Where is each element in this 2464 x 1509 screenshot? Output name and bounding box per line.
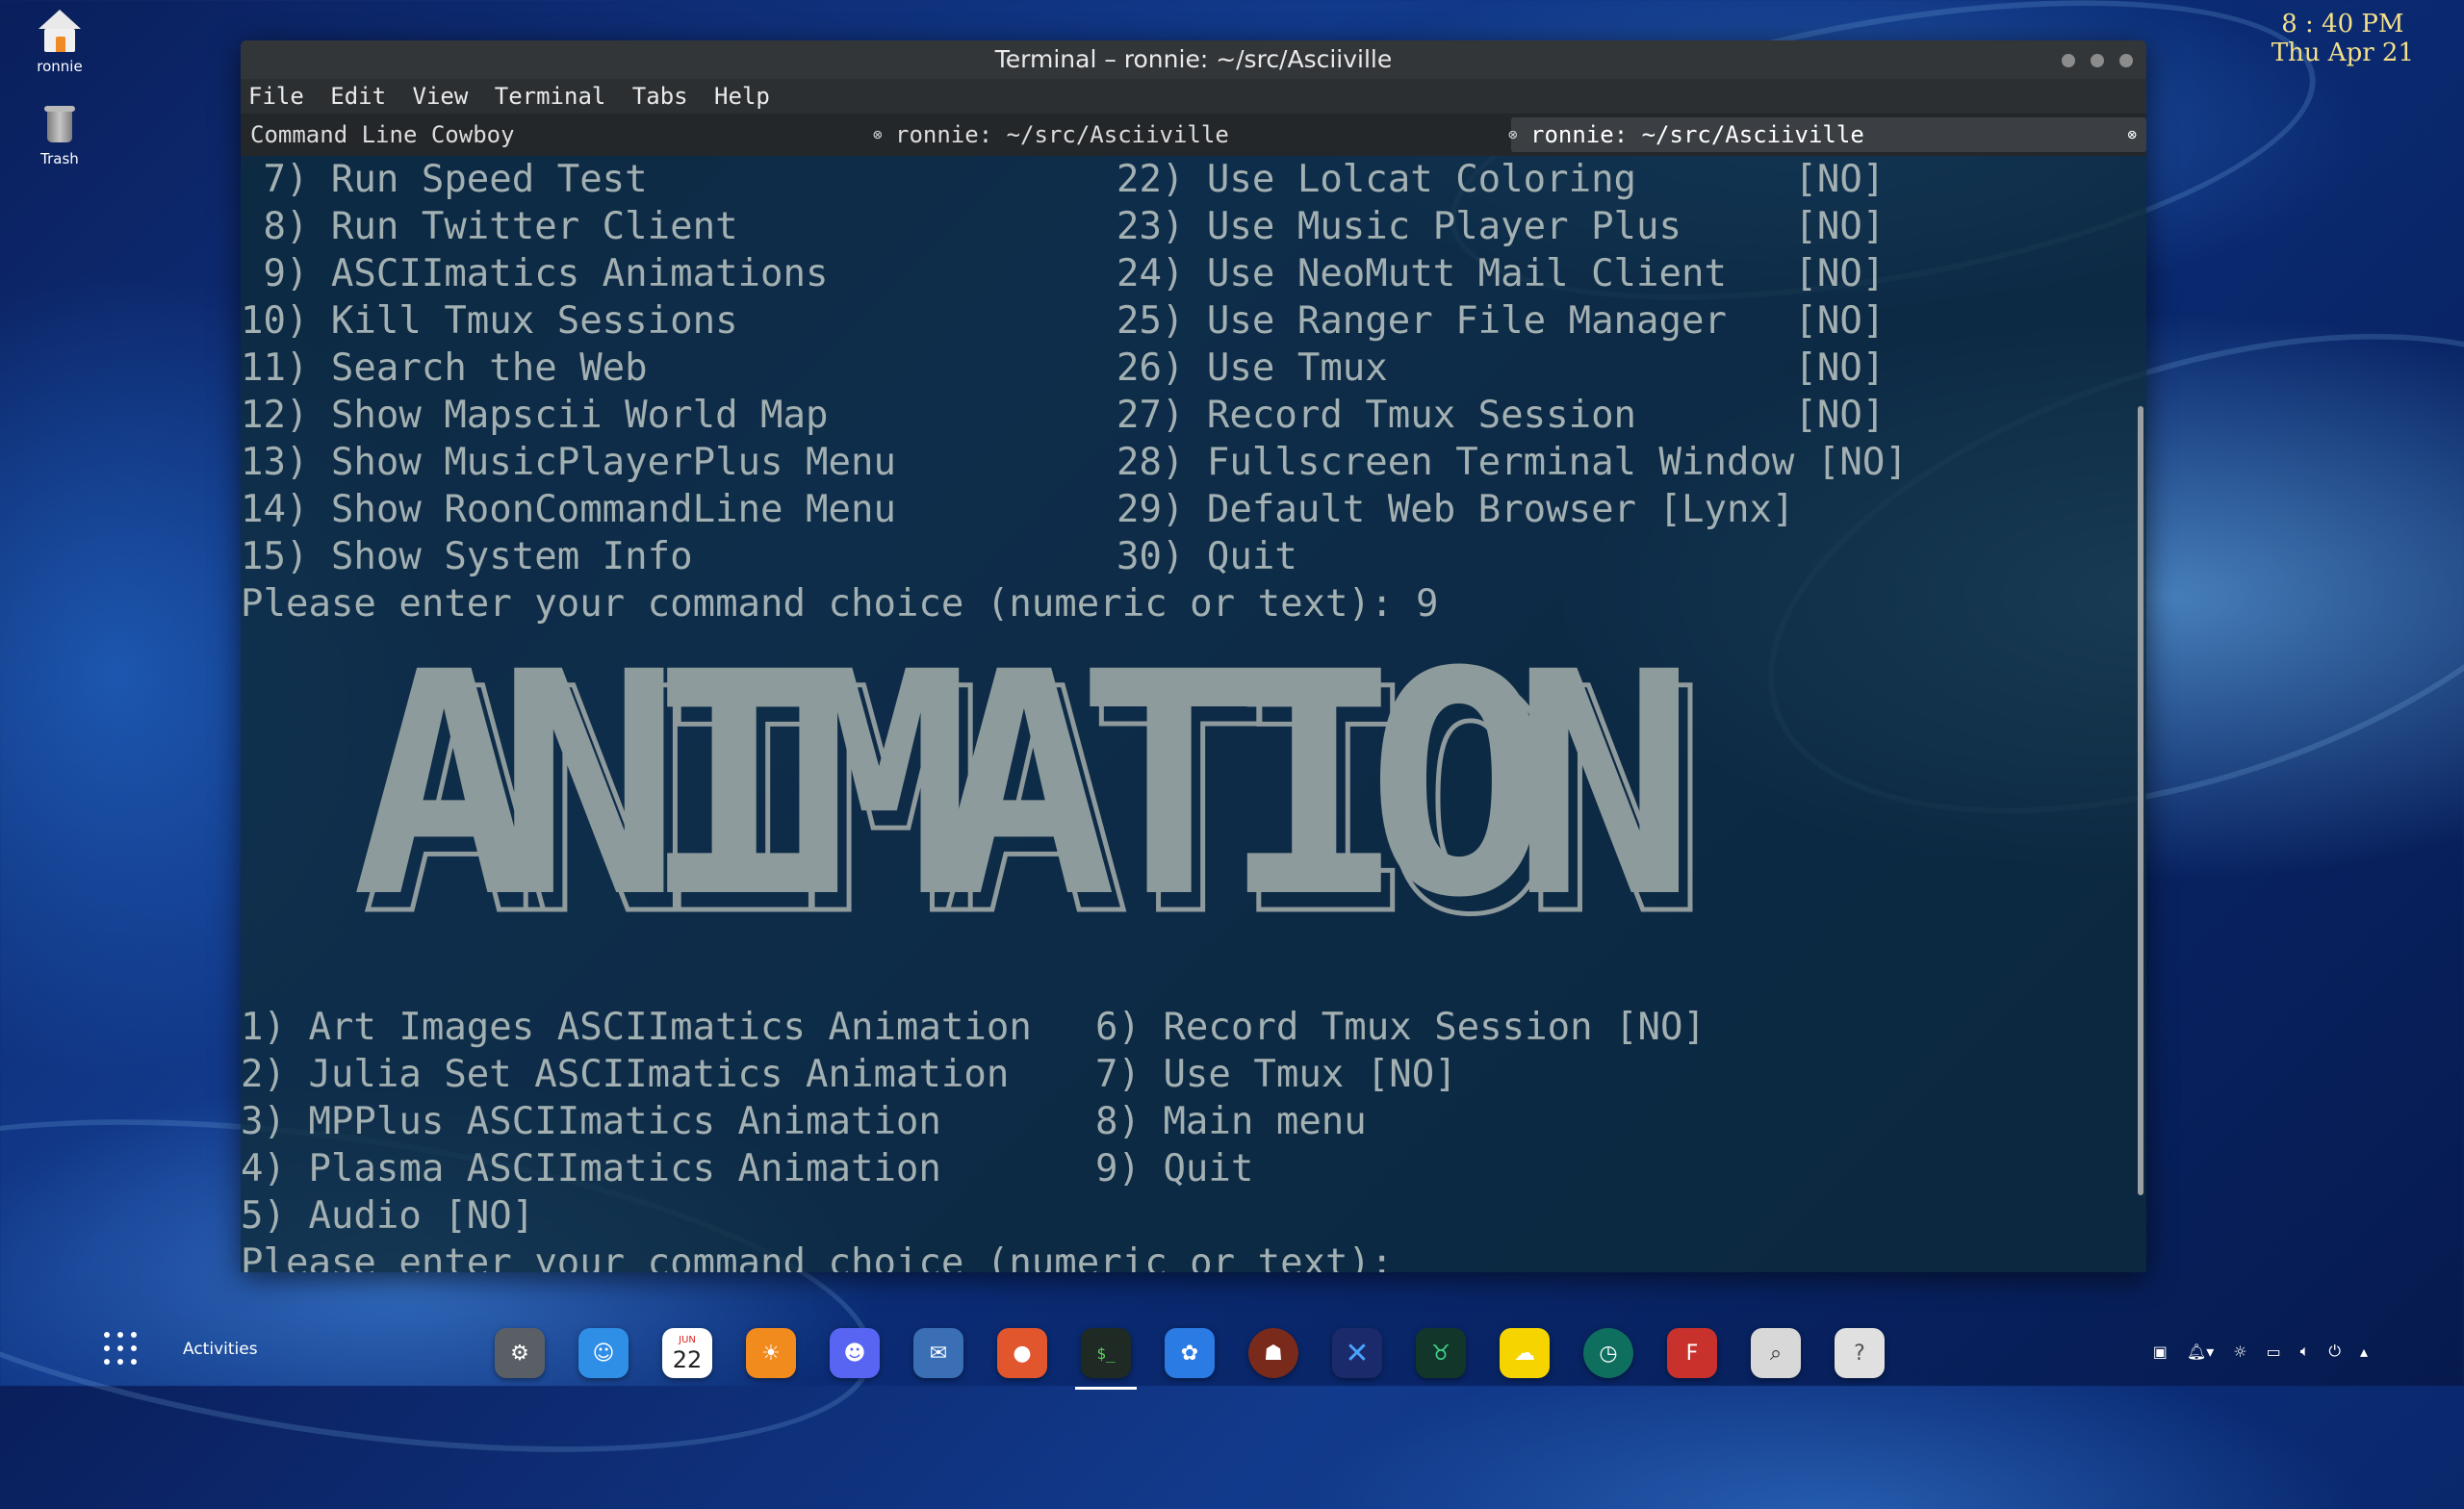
search-tool-icon[interactable]: ⌕ <box>1751 1328 1801 1378</box>
calendar-icon[interactable]: JUN 22 <box>662 1328 712 1378</box>
menu-item-right: 23) Use Music Player Plus [NO] <box>1116 205 1886 248</box>
submenu-item-right: 7) Use Tmux [NO] <box>1095 1053 1457 1096</box>
submenu-item-left: 4) Plasma ASCIImatics Animation <box>241 1147 941 1190</box>
command-prompt-active[interactable]: Please enter your command choice (numeri… <box>241 1240 1437 1272</box>
menu-item-right: 25) Use Ranger File Manager [NO] <box>1116 299 1886 343</box>
menu-item-right: 29) Default Web Browser [Lynx] <box>1116 488 1795 531</box>
menu-item-right: 24) Use NeoMutt Mail Client [NO] <box>1116 252 1886 295</box>
discord-icon[interactable]: ☻ <box>830 1328 880 1378</box>
trash-icon <box>37 100 83 146</box>
menu-item-left: 9) ASCIImatics Animations <box>241 252 829 295</box>
tab-label: Command Line Cowboy <box>250 121 515 148</box>
menu-item-left: 11) Search the Web <box>241 346 648 390</box>
tab-label: ronnie: ~/src/Asciiville <box>1530 121 1864 148</box>
filezilla-icon[interactable]: F <box>1667 1328 1717 1378</box>
menu-help[interactable]: Help <box>714 83 770 110</box>
close-button[interactable] <box>2119 54 2133 67</box>
system-settings-icon[interactable]: ⚙ <box>495 1328 545 1378</box>
tab-asciiville-2[interactable]: ⊗ ronnie: ~/src/Asciiville ⊗ <box>1508 117 2146 152</box>
tab-asciiville-1[interactable]: ⊗ ronnie: ~/src/Asciiville <box>873 114 1511 156</box>
menu-view[interactable]: View <box>413 83 469 110</box>
submenu-item-left: 3) MPPlus ASCIImatics Animation <box>241 1100 941 1143</box>
x-app-icon[interactable]: ✕ <box>1332 1328 1382 1378</box>
menu-item-left: 8) Run Twitter Client <box>241 205 738 248</box>
window-icon[interactable]: ▣ <box>2153 1343 2168 1361</box>
desktop-icon-trash[interactable]: Trash <box>21 100 98 167</box>
close-tab-icon[interactable]: ⊗ <box>2127 117 2137 152</box>
thunderbird-icon[interactable]: ✉ <box>913 1328 963 1378</box>
tab-bar: Command Line Cowboy ⊗ ronnie: ~/src/Asci… <box>241 114 2146 156</box>
terminal-screen[interactable]: 7) Run Speed Test 8) Run Twitter Client … <box>241 156 2133 1272</box>
menu-file[interactable]: File <box>248 83 304 110</box>
minimize-button[interactable] <box>2062 54 2075 67</box>
submenu-item-right: 8) Main menu <box>1095 1100 1367 1143</box>
activities-button[interactable]: Activities <box>104 1332 258 1367</box>
banner-text: ANIMATION <box>351 607 1697 965</box>
activities-label: Activities <box>183 1340 258 1359</box>
finder-icon[interactable]: ☺ <box>578 1328 629 1378</box>
paw-app-icon[interactable]: ✿ <box>1165 1328 1215 1378</box>
calendar-day: 22 <box>672 1346 703 1373</box>
menu-item-left: 7) Run Speed Test <box>241 158 648 201</box>
menu-bar: File Edit View Terminal Tabs Help <box>241 79 2146 114</box>
help-icon[interactable]: ? <box>1835 1328 1885 1378</box>
title-bar[interactable]: Terminal – ronnie: ~/src/Asciiville <box>241 40 2146 79</box>
bull-app-icon[interactable]: ♉ <box>1416 1328 1466 1378</box>
chevron-up-icon[interactable]: ▴ <box>2360 1343 2368 1361</box>
menu-terminal[interactable]: Terminal <box>495 83 606 110</box>
menu-item-right: 22) Use Lolcat Coloring [NO] <box>1116 158 1886 201</box>
firefox-icon[interactable]: ● <box>997 1328 1047 1378</box>
desktop-icon-home[interactable]: ronnie <box>21 8 98 75</box>
menu-item-left: 10) Kill Tmux Sessions <box>241 299 738 343</box>
terminal-icon[interactable]: $_ <box>1075 1328 1137 1390</box>
submenu-item-right: 9) Quit <box>1095 1147 1254 1190</box>
text-cursor <box>1416 1240 1437 1272</box>
submenu-item-left: 2) Julia Set ASCIImatics Animation <box>241 1053 1010 1096</box>
terminal-scrollbar[interactable] <box>2138 406 2143 1195</box>
desktop-icon-label: ronnie <box>37 58 83 75</box>
submenu-item-left: 1) Art Images ASCIImatics Animation <box>241 1006 1032 1049</box>
tab-command-line-cowboy[interactable]: Command Line Cowboy <box>241 114 876 156</box>
tab-close-icon[interactable]: ⊗ <box>1508 117 1518 152</box>
notification-icon[interactable]: 🔔︎▾ <box>2187 1343 2214 1361</box>
tab-close-icon[interactable]: ⊗ <box>873 114 883 156</box>
cloud-app-icon[interactable]: ☁ <box>1500 1328 1550 1378</box>
menu-item-right: 26) Use Tmux [NO] <box>1116 346 1886 390</box>
power-icon[interactable]: ⏻ <box>2328 1342 2341 1361</box>
menu-item-right: 30) Quit <box>1116 535 1297 578</box>
app-grid-icon[interactable] <box>104 1332 139 1367</box>
clock-time: 8 : 40 PM <box>2281 10 2404 38</box>
settings-icon[interactable]: ☼ <box>2233 1343 2246 1361</box>
display-icon[interactable]: ▭ <box>2267 1343 2281 1361</box>
volume-icon[interactable]: 🔈︎ <box>2300 1342 2310 1361</box>
menu-item-left: 14) Show RoonCommandLine Menu <box>241 488 896 531</box>
clock-date: Thu Apr 21 <box>2271 38 2414 67</box>
dock: ⚙ ☺ JUN 22 ☀ ☻ ✉ ● $_ ✿ ☗ ✕ ♉ ☁ ◷ F ⌕ ? <box>495 1328 1918 1390</box>
animation-banner: ANIMATION ANIMATION <box>351 607 2132 1046</box>
home-folder-icon <box>37 8 83 54</box>
desktop-clock: 8 : 40 PM Thu Apr 21 <box>2272 10 2414 67</box>
menu-item-right: 27) Record Tmux Session [NO] <box>1116 394 1886 437</box>
taskbar: Activities ⚙ ☺ JUN 22 ☀ ☻ ✉ ● $_ ✿ ☗ ✕ ♉… <box>0 1297 2464 1390</box>
menu-tabs[interactable]: Tabs <box>632 83 688 110</box>
prompt-text: Please enter your command choice (numeri… <box>241 1241 1416 1272</box>
window-title: Terminal – ronnie: ~/src/Asciiville <box>994 45 1393 73</box>
menu-item-right: 28) Fullscreen Terminal Window [NO] <box>1116 441 1908 484</box>
terminal-window[interactable]: Terminal – ronnie: ~/src/Asciiville File… <box>241 40 2146 1272</box>
sun-app-icon[interactable]: ☀ <box>746 1328 796 1378</box>
desktop-icon-label: Trash <box>40 150 79 167</box>
game-avatar-icon[interactable]: ☗ <box>1248 1328 1298 1378</box>
menu-item-left: 13) Show MusicPlayerPlus Menu <box>241 441 896 484</box>
system-tray: ▣ 🔔︎▾ ☼ ▭ 🔈︎ ⏻ ▴ <box>2153 1342 2368 1361</box>
maximize-button[interactable] <box>2091 54 2104 67</box>
time-shift-icon[interactable]: ◷ <box>1583 1328 1633 1378</box>
tab-label: ronnie: ~/src/Asciiville <box>895 121 1229 148</box>
menu-edit[interactable]: Edit <box>330 83 386 110</box>
submenu-item-right: 6) Record Tmux Session [NO] <box>1095 1006 1706 1049</box>
calendar-month: JUN <box>679 1335 696 1345</box>
menu-item-left: 12) Show Mapscii World Map <box>241 394 829 437</box>
menu-item-left: 15) Show System Info <box>241 535 693 578</box>
submenu-item-left: 5) Audio [NO] <box>241 1194 535 1238</box>
